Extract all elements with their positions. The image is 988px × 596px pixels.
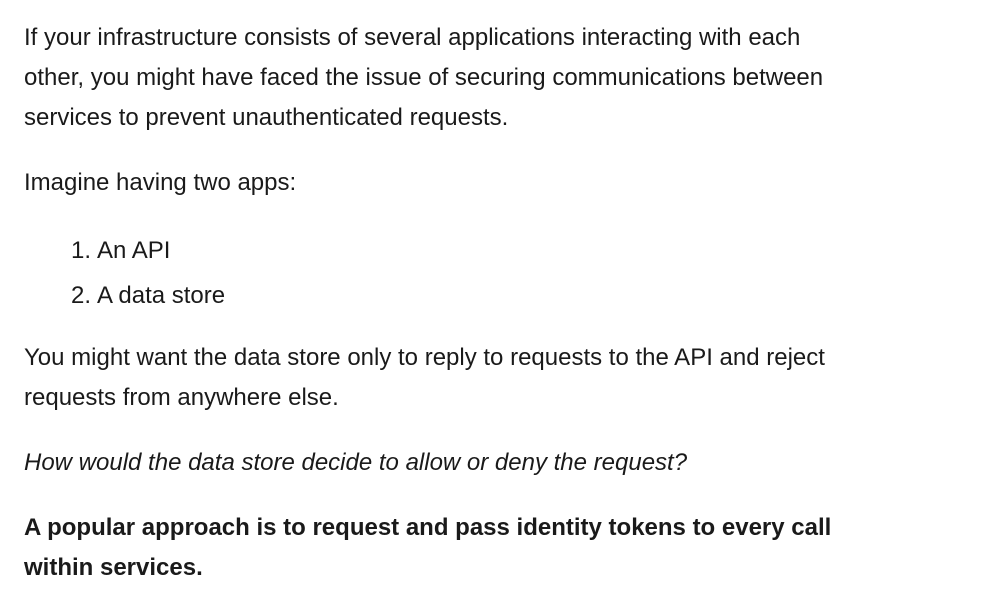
article-body: If your infrastructure consists of sever… — [0, 0, 988, 596]
list-item-text: An API — [97, 237, 171, 264]
data-store-line-2: requests from anywhere else. — [24, 384, 339, 411]
approach-line-1: A popular approach is to request and pas… — [24, 514, 832, 541]
list-item-text: A data store — [97, 282, 226, 309]
intro-line-1: If your infrastructure consists of sever… — [24, 24, 801, 51]
question-paragraph: How would the data store decide to allow… — [24, 449, 688, 476]
data-store-line-1: You might want the data store only to re… — [24, 344, 825, 371]
list-item: 1. An API — [71, 228, 988, 273]
list-item: 2. A data store — [71, 273, 988, 318]
list-item-number: 2. — [71, 282, 92, 309]
approach-paragraph: A popular approach is to request and pas… — [24, 508, 944, 588]
intro-line-2: other, you might have faced the issue of… — [24, 64, 824, 91]
apps-intro-paragraph: Imagine having two apps: — [24, 169, 297, 196]
intro-line-3: services to prevent unauthenticated requ… — [24, 104, 509, 131]
list-item-number: 1. — [71, 237, 92, 264]
apps-list: 1. An API 2. A data store — [24, 228, 988, 318]
data-store-paragraph: You might want the data store only to re… — [24, 338, 944, 418]
intro-paragraph: If your infrastructure consists of sever… — [24, 18, 924, 138]
approach-line-2: within services. — [24, 554, 203, 581]
